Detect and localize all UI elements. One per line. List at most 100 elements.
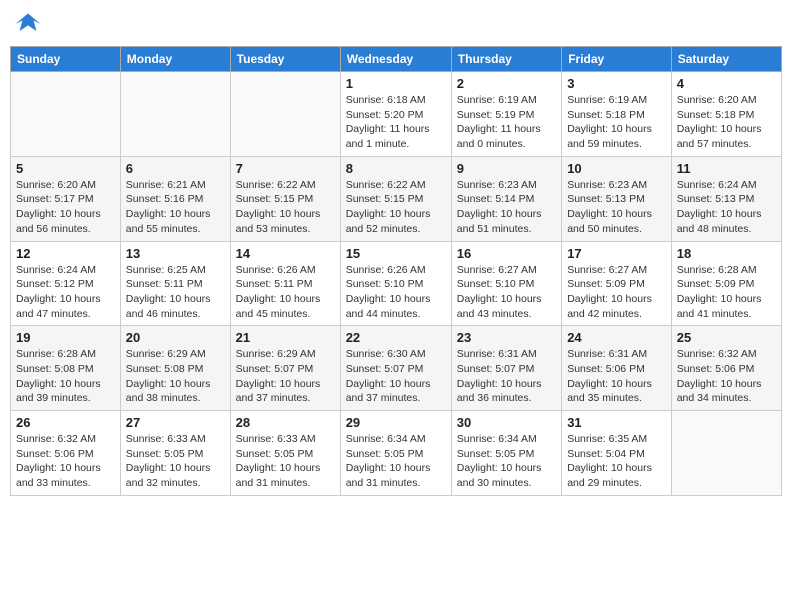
day-info: Sunrise: 6:28 AM Sunset: 5:09 PM Dayligh… <box>677 263 776 322</box>
day-number: 28 <box>236 415 335 430</box>
calendar-cell: 15 Sunrise: 6:26 AM Sunset: 5:10 PM Dayli… <box>340 241 451 326</box>
day-info: Sunrise: 6:34 AM Sunset: 5:05 PM Dayligh… <box>457 432 556 491</box>
calendar-cell: 5 Sunrise: 6:20 AM Sunset: 5:17 PM Daylig… <box>11 156 121 241</box>
calendar-cell: 7 Sunrise: 6:22 AM Sunset: 5:15 PM Daylig… <box>230 156 340 241</box>
day-number: 16 <box>457 246 556 261</box>
day-info: Sunrise: 6:23 AM Sunset: 5:13 PM Dayligh… <box>567 178 666 237</box>
day-number: 20 <box>126 330 225 345</box>
day-info: Sunrise: 6:19 AM Sunset: 5:18 PM Dayligh… <box>567 93 666 152</box>
calendar-body: 1 Sunrise: 6:18 AM Sunset: 5:20 PM Daylig… <box>11 72 782 496</box>
day-info: Sunrise: 6:26 AM Sunset: 5:10 PM Dayligh… <box>346 263 446 322</box>
calendar-cell: 2 Sunrise: 6:19 AM Sunset: 5:19 PM Daylig… <box>451 72 561 157</box>
calendar-cell: 17Sunrise: 6:27 AM Sunset: 5:09 PM Dayli… <box>562 241 672 326</box>
calendar-header-row: SundayMondayTuesdayWednesdayThursdayFrid… <box>11 47 782 72</box>
day-number: 8 <box>346 161 446 176</box>
day-info: Sunrise: 6:27 AM Sunset: 5:09 PM Dayligh… <box>567 263 666 322</box>
day-info: Sunrise: 6:23 AM Sunset: 5:14 PM Dayligh… <box>457 178 556 237</box>
day-info: Sunrise: 6:22 AM Sunset: 5:15 PM Dayligh… <box>236 178 335 237</box>
day-number: 5 <box>16 161 115 176</box>
day-info: Sunrise: 6:34 AM Sunset: 5:05 PM Dayligh… <box>346 432 446 491</box>
day-number: 1 <box>346 76 446 91</box>
day-number: 19 <box>16 330 115 345</box>
day-info: Sunrise: 6:29 AM Sunset: 5:07 PM Dayligh… <box>236 347 335 406</box>
calendar-cell: 3 Sunrise: 6:19 AM Sunset: 5:18 PM Daylig… <box>562 72 672 157</box>
calendar-cell: 11 Sunrise: 6:24 AM Sunset: 5:13 PM Dayli… <box>671 156 781 241</box>
calendar-day-header: Friday <box>562 47 672 72</box>
day-info: Sunrise: 6:18 AM Sunset: 5:20 PM Dayligh… <box>346 93 446 152</box>
day-info: Sunrise: 6:22 AM Sunset: 5:15 PM Dayligh… <box>346 178 446 237</box>
day-number: 6 <box>126 161 225 176</box>
day-number: 13 <box>126 246 225 261</box>
day-info: Sunrise: 6:28 AM Sunset: 5:08 PM Dayligh… <box>16 347 115 406</box>
day-info: Sunrise: 6:31 AM Sunset: 5:06 PM Dayligh… <box>567 347 666 406</box>
calendar-cell: 23Sunrise: 6:31 AM Sunset: 5:07 PM Dayli… <box>451 326 561 411</box>
calendar-cell: 6Sunrise: 6:21 AM Sunset: 5:16 PM Daylig… <box>120 156 230 241</box>
day-number: 24 <box>567 330 666 345</box>
calendar-cell <box>671 411 781 496</box>
calendar-cell: 22 Sunrise: 6:30 AM Sunset: 5:07 PM Dayli… <box>340 326 451 411</box>
calendar-cell: 14Sunrise: 6:26 AM Sunset: 5:11 PM Dayli… <box>230 241 340 326</box>
calendar-day-header: Tuesday <box>230 47 340 72</box>
logo-bird-icon <box>14 10 42 38</box>
calendar-cell: 10 Sunrise: 6:23 AM Sunset: 5:13 PM Dayli… <box>562 156 672 241</box>
day-number: 2 <box>457 76 556 91</box>
calendar-week-row: 1 Sunrise: 6:18 AM Sunset: 5:20 PM Daylig… <box>11 72 782 157</box>
day-number: 18 <box>677 246 776 261</box>
calendar-table: SundayMondayTuesdayWednesdayThursdayFrid… <box>10 46 782 496</box>
calendar-day-header: Saturday <box>671 47 781 72</box>
day-number: 23 <box>457 330 556 345</box>
day-number: 12 <box>16 246 115 261</box>
day-number: 26 <box>16 415 115 430</box>
calendar-day-header: Wednesday <box>340 47 451 72</box>
calendar-cell: 25Sunrise: 6:32 AM Sunset: 5:06 PM Dayli… <box>671 326 781 411</box>
day-number: 21 <box>236 330 335 345</box>
logo <box>14 10 46 38</box>
calendar-cell <box>230 72 340 157</box>
day-number: 29 <box>346 415 446 430</box>
calendar-cell: 19 Sunrise: 6:28 AM Sunset: 5:08 PM Dayli… <box>11 326 121 411</box>
day-info: Sunrise: 6:20 AM Sunset: 5:17 PM Dayligh… <box>16 178 115 237</box>
calendar-cell: 30 Sunrise: 6:34 AM Sunset: 5:05 PM Dayli… <box>451 411 561 496</box>
day-number: 10 <box>567 161 666 176</box>
calendar-cell: 29 Sunrise: 6:34 AM Sunset: 5:05 PM Dayli… <box>340 411 451 496</box>
day-info: Sunrise: 6:27 AM Sunset: 5:10 PM Dayligh… <box>457 263 556 322</box>
day-number: 11 <box>677 161 776 176</box>
calendar-cell: 12 Sunrise: 6:24 AM Sunset: 5:12 PM Dayli… <box>11 241 121 326</box>
day-info: Sunrise: 6:24 AM Sunset: 5:13 PM Dayligh… <box>677 178 776 237</box>
calendar-cell: 18 Sunrise: 6:28 AM Sunset: 5:09 PM Dayli… <box>671 241 781 326</box>
calendar-cell: 24 Sunrise: 6:31 AM Sunset: 5:06 PM Dayli… <box>562 326 672 411</box>
day-number: 31 <box>567 415 666 430</box>
day-number: 22 <box>346 330 446 345</box>
day-info: Sunrise: 6:32 AM Sunset: 5:06 PM Dayligh… <box>16 432 115 491</box>
calendar-cell: 26 Sunrise: 6:32 AM Sunset: 5:06 PM Dayli… <box>11 411 121 496</box>
day-number: 27 <box>126 415 225 430</box>
day-number: 3 <box>567 76 666 91</box>
day-number: 30 <box>457 415 556 430</box>
calendar-cell: 31Sunrise: 6:35 AM Sunset: 5:04 PM Dayli… <box>562 411 672 496</box>
day-info: Sunrise: 6:20 AM Sunset: 5:18 PM Dayligh… <box>677 93 776 152</box>
calendar-week-row: 26 Sunrise: 6:32 AM Sunset: 5:06 PM Dayli… <box>11 411 782 496</box>
day-info: Sunrise: 6:26 AM Sunset: 5:11 PM Dayligh… <box>236 263 335 322</box>
day-info: Sunrise: 6:19 AM Sunset: 5:19 PM Dayligh… <box>457 93 556 152</box>
calendar-header: SundayMondayTuesdayWednesdayThursdayFrid… <box>11 47 782 72</box>
calendar-day-header: Thursday <box>451 47 561 72</box>
page-header <box>10 10 782 38</box>
calendar-cell: 20 Sunrise: 6:29 AM Sunset: 5:08 PM Dayli… <box>120 326 230 411</box>
calendar-cell: 1 Sunrise: 6:18 AM Sunset: 5:20 PM Daylig… <box>340 72 451 157</box>
calendar-cell: 16 Sunrise: 6:27 AM Sunset: 5:10 PM Dayli… <box>451 241 561 326</box>
calendar-cell: 27 Sunrise: 6:33 AM Sunset: 5:05 PM Dayli… <box>120 411 230 496</box>
calendar-week-row: 5 Sunrise: 6:20 AM Sunset: 5:17 PM Daylig… <box>11 156 782 241</box>
calendar-cell: 8 Sunrise: 6:22 AM Sunset: 5:15 PM Daylig… <box>340 156 451 241</box>
day-info: Sunrise: 6:25 AM Sunset: 5:11 PM Dayligh… <box>126 263 225 322</box>
day-info: Sunrise: 6:33 AM Sunset: 5:05 PM Dayligh… <box>126 432 225 491</box>
calendar-cell: 4Sunrise: 6:20 AM Sunset: 5:18 PM Daylig… <box>671 72 781 157</box>
day-info: Sunrise: 6:24 AM Sunset: 5:12 PM Dayligh… <box>16 263 115 322</box>
day-info: Sunrise: 6:29 AM Sunset: 5:08 PM Dayligh… <box>126 347 225 406</box>
day-number: 7 <box>236 161 335 176</box>
calendar-cell <box>11 72 121 157</box>
day-info: Sunrise: 6:30 AM Sunset: 5:07 PM Dayligh… <box>346 347 446 406</box>
day-number: 15 <box>346 246 446 261</box>
calendar-cell: 21 Sunrise: 6:29 AM Sunset: 5:07 PM Dayli… <box>230 326 340 411</box>
calendar-cell: 13 Sunrise: 6:25 AM Sunset: 5:11 PM Dayli… <box>120 241 230 326</box>
calendar-cell: 28Sunrise: 6:33 AM Sunset: 5:05 PM Dayli… <box>230 411 340 496</box>
